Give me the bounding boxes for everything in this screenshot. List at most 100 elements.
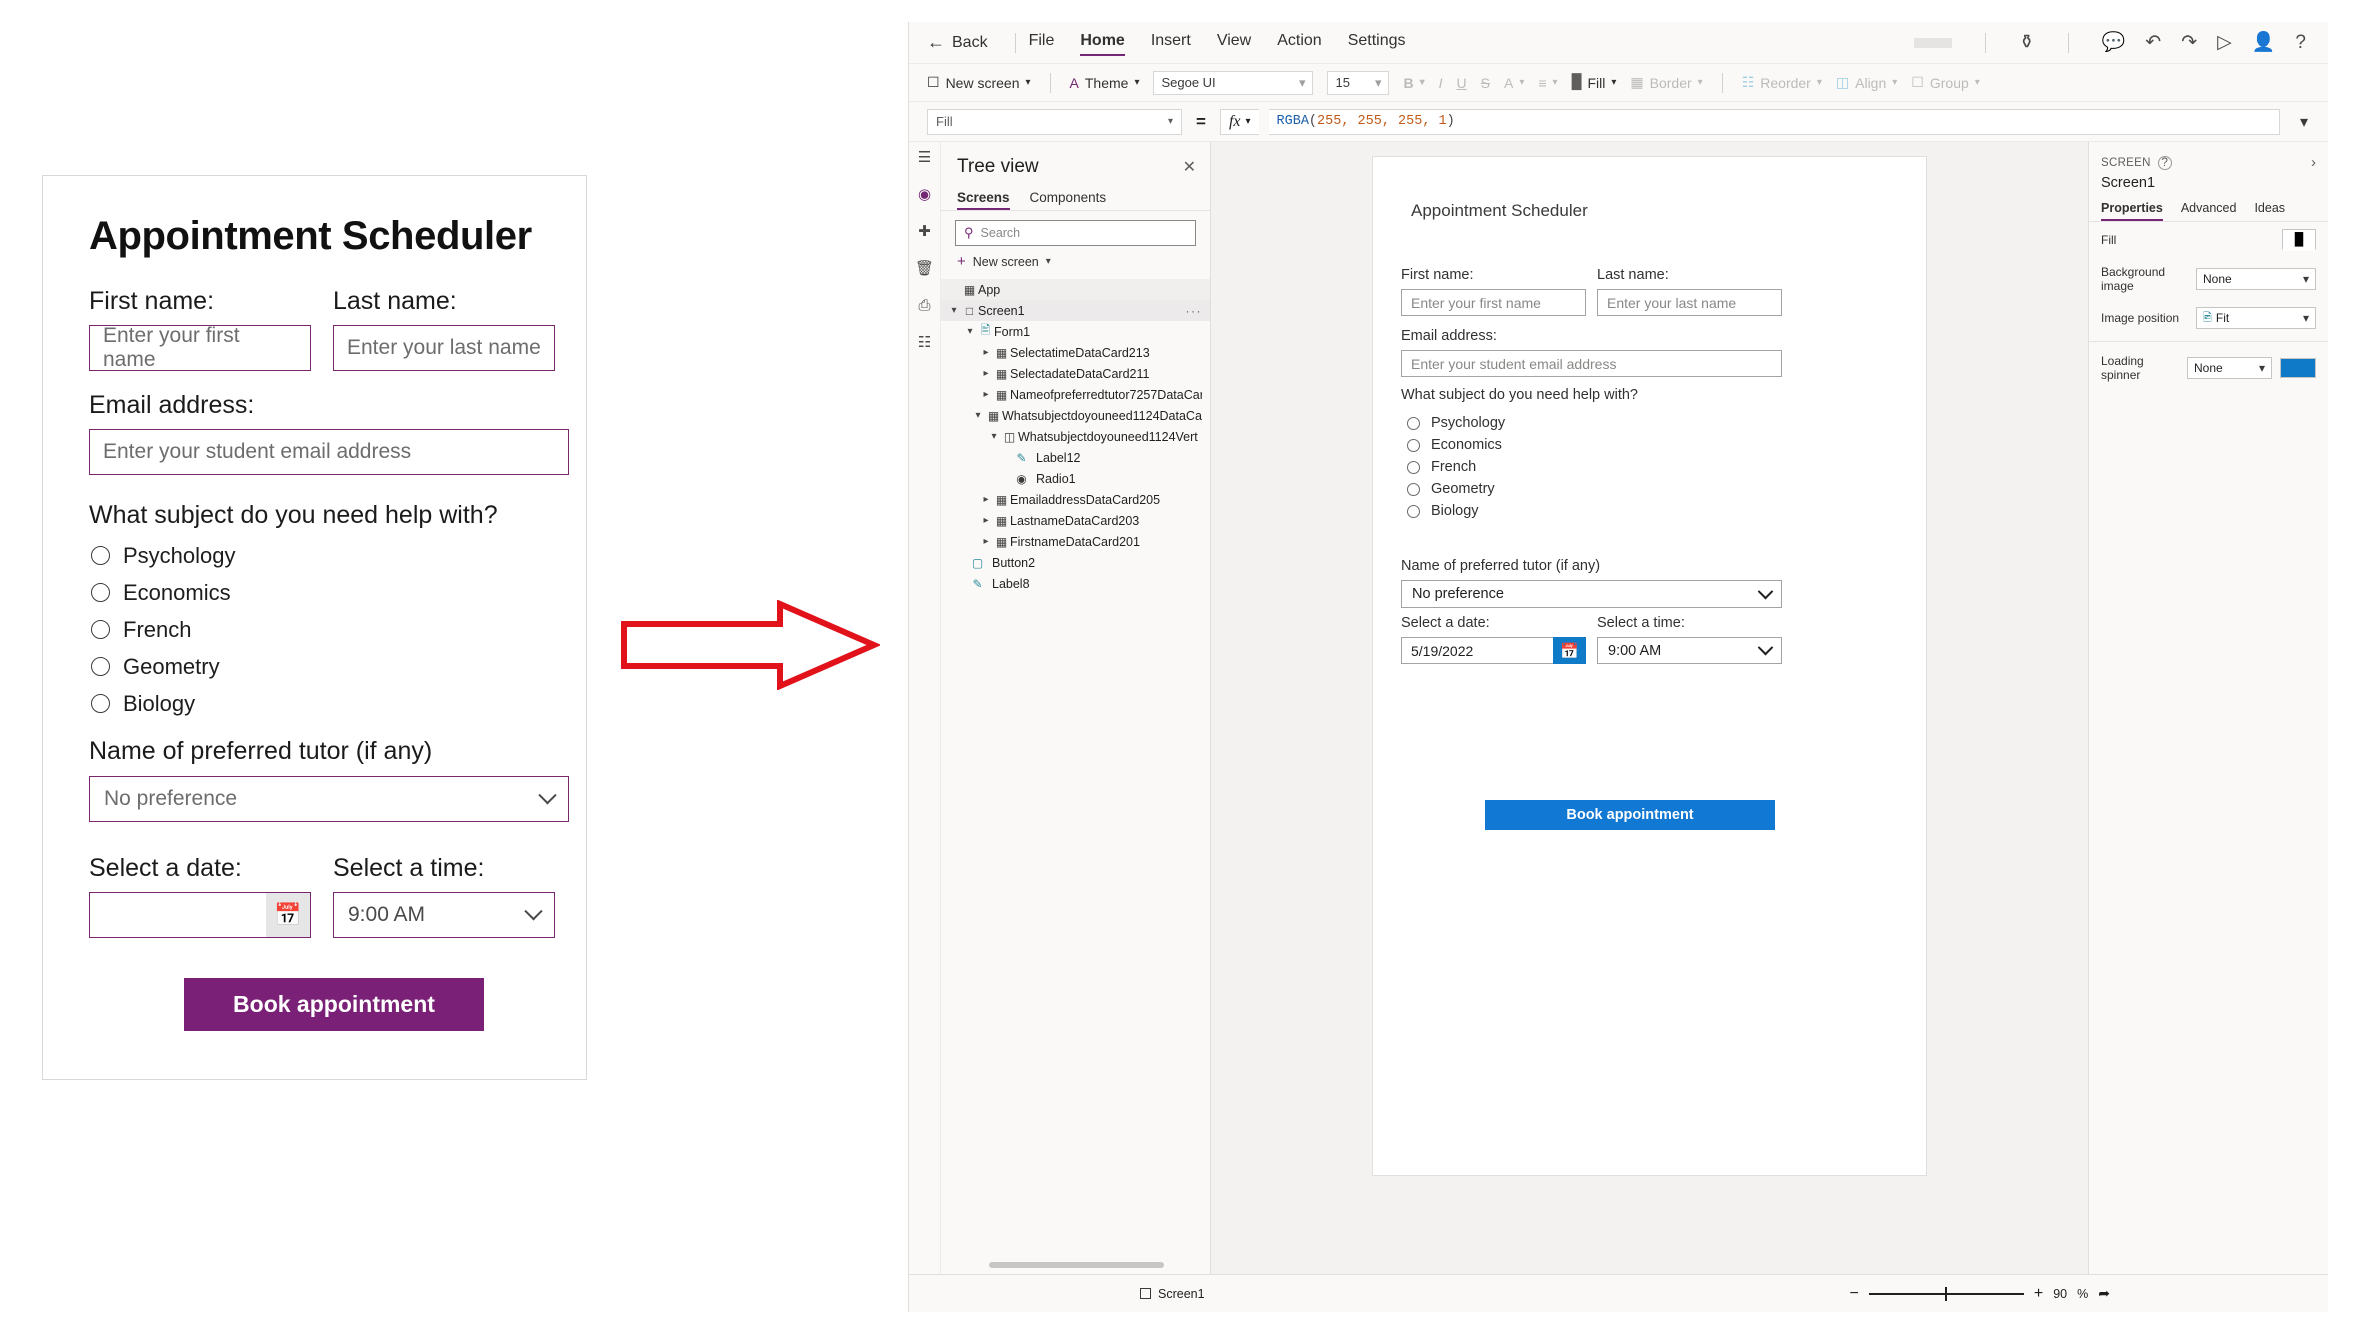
close-icon[interactable]: ✕ xyxy=(1183,157,1196,177)
fill-bucket-icon[interactable]: █ xyxy=(2282,229,2316,251)
zoom-out-button[interactable]: − xyxy=(1850,1285,1859,1303)
media-icon[interactable]: ⎙ xyxy=(918,298,930,313)
tab-screens[interactable]: Screens xyxy=(957,190,1010,210)
border-button[interactable]: ▦ Border ▾ xyxy=(1630,74,1702,91)
canvas-radio-option[interactable]: Geometry xyxy=(1407,478,1782,500)
tree-node-card[interactable]: ▸ ▦ SelectadateDataCard211 xyxy=(941,363,1210,384)
mockup-email-input[interactable]: Enter your student email address xyxy=(89,429,569,475)
mockup-radio-option[interactable]: Biology xyxy=(91,688,560,719)
tab-properties[interactable]: Properties xyxy=(2101,201,2163,221)
chevron-right-icon[interactable]: ▸ xyxy=(979,536,993,547)
chevron-down-icon[interactable]: ▾ xyxy=(947,305,961,316)
tab-advanced[interactable]: Advanced xyxy=(2181,201,2237,221)
status-screen[interactable]: Screen1 xyxy=(1140,1287,1205,1301)
tree-node-container[interactable]: ▾ ◫ Whatsubjectdoyouneed1124Vert xyxy=(941,426,1210,447)
mockup-tutor-dropdown[interactable]: No preference xyxy=(89,776,569,822)
image-position-select[interactable]: 🖻 Fit ▾ xyxy=(2196,307,2316,329)
search-input[interactable]: ⚲ Search xyxy=(955,220,1196,246)
menu-home[interactable]: Home xyxy=(1080,32,1126,56)
formula-expand-icon[interactable]: ▾ xyxy=(2290,112,2318,132)
theme-button[interactable]: A Theme ▾ xyxy=(1070,75,1140,91)
horizontal-scrollbar[interactable] xyxy=(989,1262,1164,1268)
loading-spinner-color-swatch[interactable] xyxy=(2280,358,2316,378)
canvas-time-dropdown[interactable]: 9:00 AM xyxy=(1597,637,1782,664)
calendar-icon[interactable]: 📅 xyxy=(266,893,310,937)
fill-button[interactable]: █ Fill ▾ xyxy=(1571,73,1616,92)
menu-settings[interactable]: Settings xyxy=(1348,32,1406,53)
tree-node-label12[interactable]: ✎ Label12 xyxy=(941,447,1210,468)
tree-node-card[interactable]: ▸ ▦ SelectatimeDataCard213 xyxy=(941,342,1210,363)
app-screen[interactable]: Appointment Scheduler First name: Enter … xyxy=(1372,156,1927,1176)
property-select[interactable]: Fill ▾ xyxy=(927,108,1182,135)
strikethrough-button[interactable]: S xyxy=(1481,75,1490,91)
tree-node-card[interactable]: ▸ ▦ EmailaddressDataCard205 xyxy=(941,489,1210,510)
help-icon[interactable]: ? xyxy=(2157,155,2172,170)
tree-node-label8[interactable]: ✎ Label8 xyxy=(941,573,1210,594)
menu-action[interactable]: Action xyxy=(1277,32,1321,53)
chevron-right-icon[interactable]: ▸ xyxy=(979,368,993,379)
calendar-icon[interactable]: 📅 xyxy=(1553,637,1586,664)
canvas-radio-option[interactable]: Economics xyxy=(1407,434,1782,456)
back-button[interactable]: ← Back xyxy=(927,32,988,53)
group-button[interactable]: ☐ Group ▾ xyxy=(1911,74,1980,91)
expand-icon[interactable]: ➦ xyxy=(2098,1285,2110,1302)
mockup-radio-option[interactable]: Geometry xyxy=(91,651,560,682)
zoom-in-button[interactable]: + xyxy=(2034,1285,2043,1303)
font-color-button[interactable]: A ▾ xyxy=(1504,75,1524,91)
tree-node-card[interactable]: ▸ ▦ Nameofpreferredtutor7257DataCard. xyxy=(941,384,1210,405)
mockup-radio-option[interactable]: French xyxy=(91,614,560,645)
new-screen-tree-button[interactable]: + New screen ▾ xyxy=(941,246,1210,277)
italic-button[interactable]: I xyxy=(1439,75,1443,91)
tree-node-form1[interactable]: ▾ 🖹 Form1 xyxy=(941,321,1210,342)
canvas-radio-option[interactable]: Psychology xyxy=(1407,412,1782,434)
reorder-button[interactable]: ☷ Reorder ▾ xyxy=(1742,74,1822,91)
more-options-icon[interactable]: ··· xyxy=(1186,304,1203,318)
plus-icon[interactable]: ✚ xyxy=(918,224,931,239)
underline-button[interactable]: U xyxy=(1457,75,1467,91)
canvas-date-input[interactable]: 5/19/2022 📅 xyxy=(1401,637,1586,664)
canvas-book-appointment-button[interactable]: Book appointment xyxy=(1485,800,1775,830)
zoom-slider[interactable] xyxy=(1868,1286,2024,1301)
tab-ideas[interactable]: Ideas xyxy=(2254,201,2285,221)
tree-node-card[interactable]: ▾ ▦ Whatsubjectdoyouneed1124DataCar xyxy=(941,405,1210,426)
canvas-tutor-dropdown[interactable]: No preference xyxy=(1401,580,1782,608)
chevron-right-icon[interactable]: ▸ xyxy=(979,515,993,526)
menu-file[interactable]: File xyxy=(1029,32,1055,53)
mockup-date-input[interactable]: 📅 xyxy=(89,892,311,938)
tab-components[interactable]: Components xyxy=(1030,190,1107,210)
comment-icon[interactable]: 💬 xyxy=(2102,33,2126,52)
canvas-radio-option[interactable]: French xyxy=(1407,456,1782,478)
align-group-button[interactable]: ◫ Align ▾ xyxy=(1836,74,1897,91)
tree-node-radio1[interactable]: ◉ Radio1 xyxy=(941,468,1210,489)
align-button[interactable]: ≡ ▾ xyxy=(1538,75,1557,91)
canvas-radio-option[interactable]: Biology xyxy=(1407,500,1782,522)
variables-icon[interactable]: ☷ xyxy=(918,335,931,350)
menu-insert[interactable]: Insert xyxy=(1151,32,1191,53)
mockup-radio-option[interactable]: Psychology xyxy=(91,540,560,571)
formula-input[interactable]: RGBA(255, 255, 255, 1) xyxy=(1268,108,2280,135)
hamburger-icon[interactable]: ☰ xyxy=(918,150,931,165)
tree-node-card[interactable]: ▸ ▦ LastnameDataCard203 xyxy=(941,510,1210,531)
chevron-right-icon[interactable]: › xyxy=(2311,154,2316,171)
background-image-select[interactable]: None ▾ xyxy=(2196,268,2316,290)
stethoscope-icon[interactable]: ⚱ xyxy=(2019,33,2035,52)
mockup-last-name-input[interactable]: Enter your last name xyxy=(333,325,555,371)
mockup-first-name-input[interactable]: Enter your first name xyxy=(89,324,311,371)
chevron-down-icon[interactable]: ▾ xyxy=(987,431,1001,442)
canvas-email-input[interactable]: Enter your student email address xyxy=(1401,350,1782,377)
loading-spinner-select[interactable]: None ▾ xyxy=(2187,357,2272,379)
fx-button[interactable]: fx ▾ xyxy=(1219,108,1259,135)
data-icon[interactable]: ◉ xyxy=(918,187,931,202)
zoom-slider-handle[interactable] xyxy=(1944,1286,1947,1301)
menu-view[interactable]: View xyxy=(1217,32,1251,53)
new-screen-button[interactable]: ☐ New screen ▾ xyxy=(927,74,1031,91)
undo-icon[interactable]: ↶ xyxy=(2145,33,2161,52)
mockup-book-appointment-button[interactable]: Book appointment xyxy=(184,978,484,1031)
tree-node-button2[interactable]: ▢ Button2 xyxy=(941,552,1210,573)
bold-button[interactable]: B ▾ xyxy=(1403,75,1424,91)
chevron-right-icon[interactable]: ▸ xyxy=(979,347,993,358)
chevron-down-icon[interactable]: ▾ xyxy=(971,410,985,421)
play-icon[interactable]: ▷ xyxy=(2217,33,2232,52)
chevron-right-icon[interactable]: ▸ xyxy=(979,389,993,400)
canvas-first-name-input[interactable]: Enter your first name xyxy=(1401,289,1586,316)
